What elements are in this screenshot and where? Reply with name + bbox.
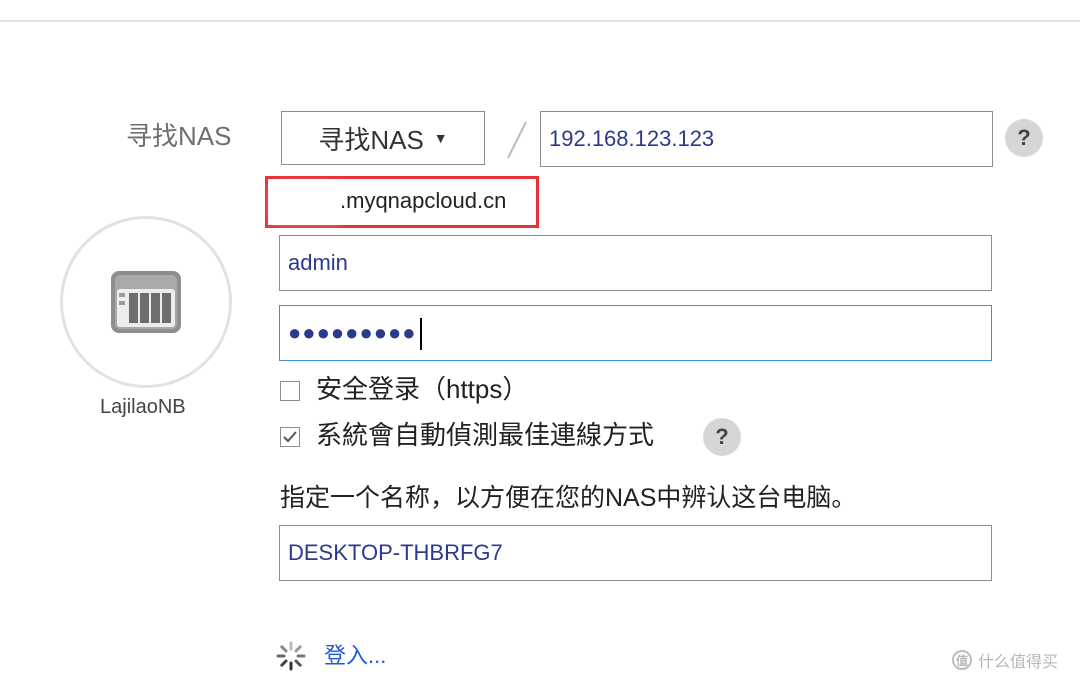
auto-detect-label[interactable]: 系統會自動偵測最佳連線方式 — [316, 418, 654, 452]
text-cursor — [419, 318, 422, 351]
blurred-region — [276, 188, 336, 218]
slash-separator — [507, 121, 527, 159]
find-nas-label: 寻找NAS — [126, 121, 232, 151]
watermark: 值 什么值得买 — [952, 648, 1058, 672]
username-input[interactable]: admin — [279, 235, 992, 291]
help-icon[interactable]: ? — [1005, 119, 1043, 157]
password-input[interactable]: ●●●●●●●●● — [279, 305, 992, 361]
watermark-logo-icon: 值 — [952, 650, 972, 670]
cloud-address-text: .myqnapcloud.cn — [340, 188, 507, 213]
secure-login-label[interactable]: 安全登录（https） — [316, 372, 528, 406]
watermark-text: 什么值得买 — [978, 654, 1059, 671]
device-name: LajilaoNB — [100, 396, 186, 418]
help-icon[interactable]: ? — [703, 418, 741, 456]
nas-avatar — [60, 216, 232, 388]
auto-detect-checkbox[interactable] — [280, 427, 300, 447]
top-divider — [0, 20, 1080, 22]
secure-login-checkbox[interactable] — [280, 381, 300, 401]
nas-device-icon — [111, 271, 181, 333]
pc-name-description: 指定一个名称，以方便在您的NAS中辨认这台电脑。 — [280, 484, 857, 512]
find-nas-dropdown-button[interactable]: 寻找NAS ▼ — [281, 111, 485, 165]
login-status-link[interactable]: 登入... — [324, 641, 386, 671]
find-nas-button-label: 寻找NAS — [318, 124, 424, 155]
loading-spinner-icon — [276, 641, 306, 671]
nas-address-input[interactable]: 192.168.123.123 — [540, 111, 993, 167]
checkmark-icon — [283, 431, 297, 443]
pc-name-input[interactable]: DESKTOP-THBRFG7 — [279, 525, 992, 581]
password-mask: ●●●●●●●●● — [288, 320, 417, 345]
caret-down-icon: ▼ — [433, 130, 448, 146]
